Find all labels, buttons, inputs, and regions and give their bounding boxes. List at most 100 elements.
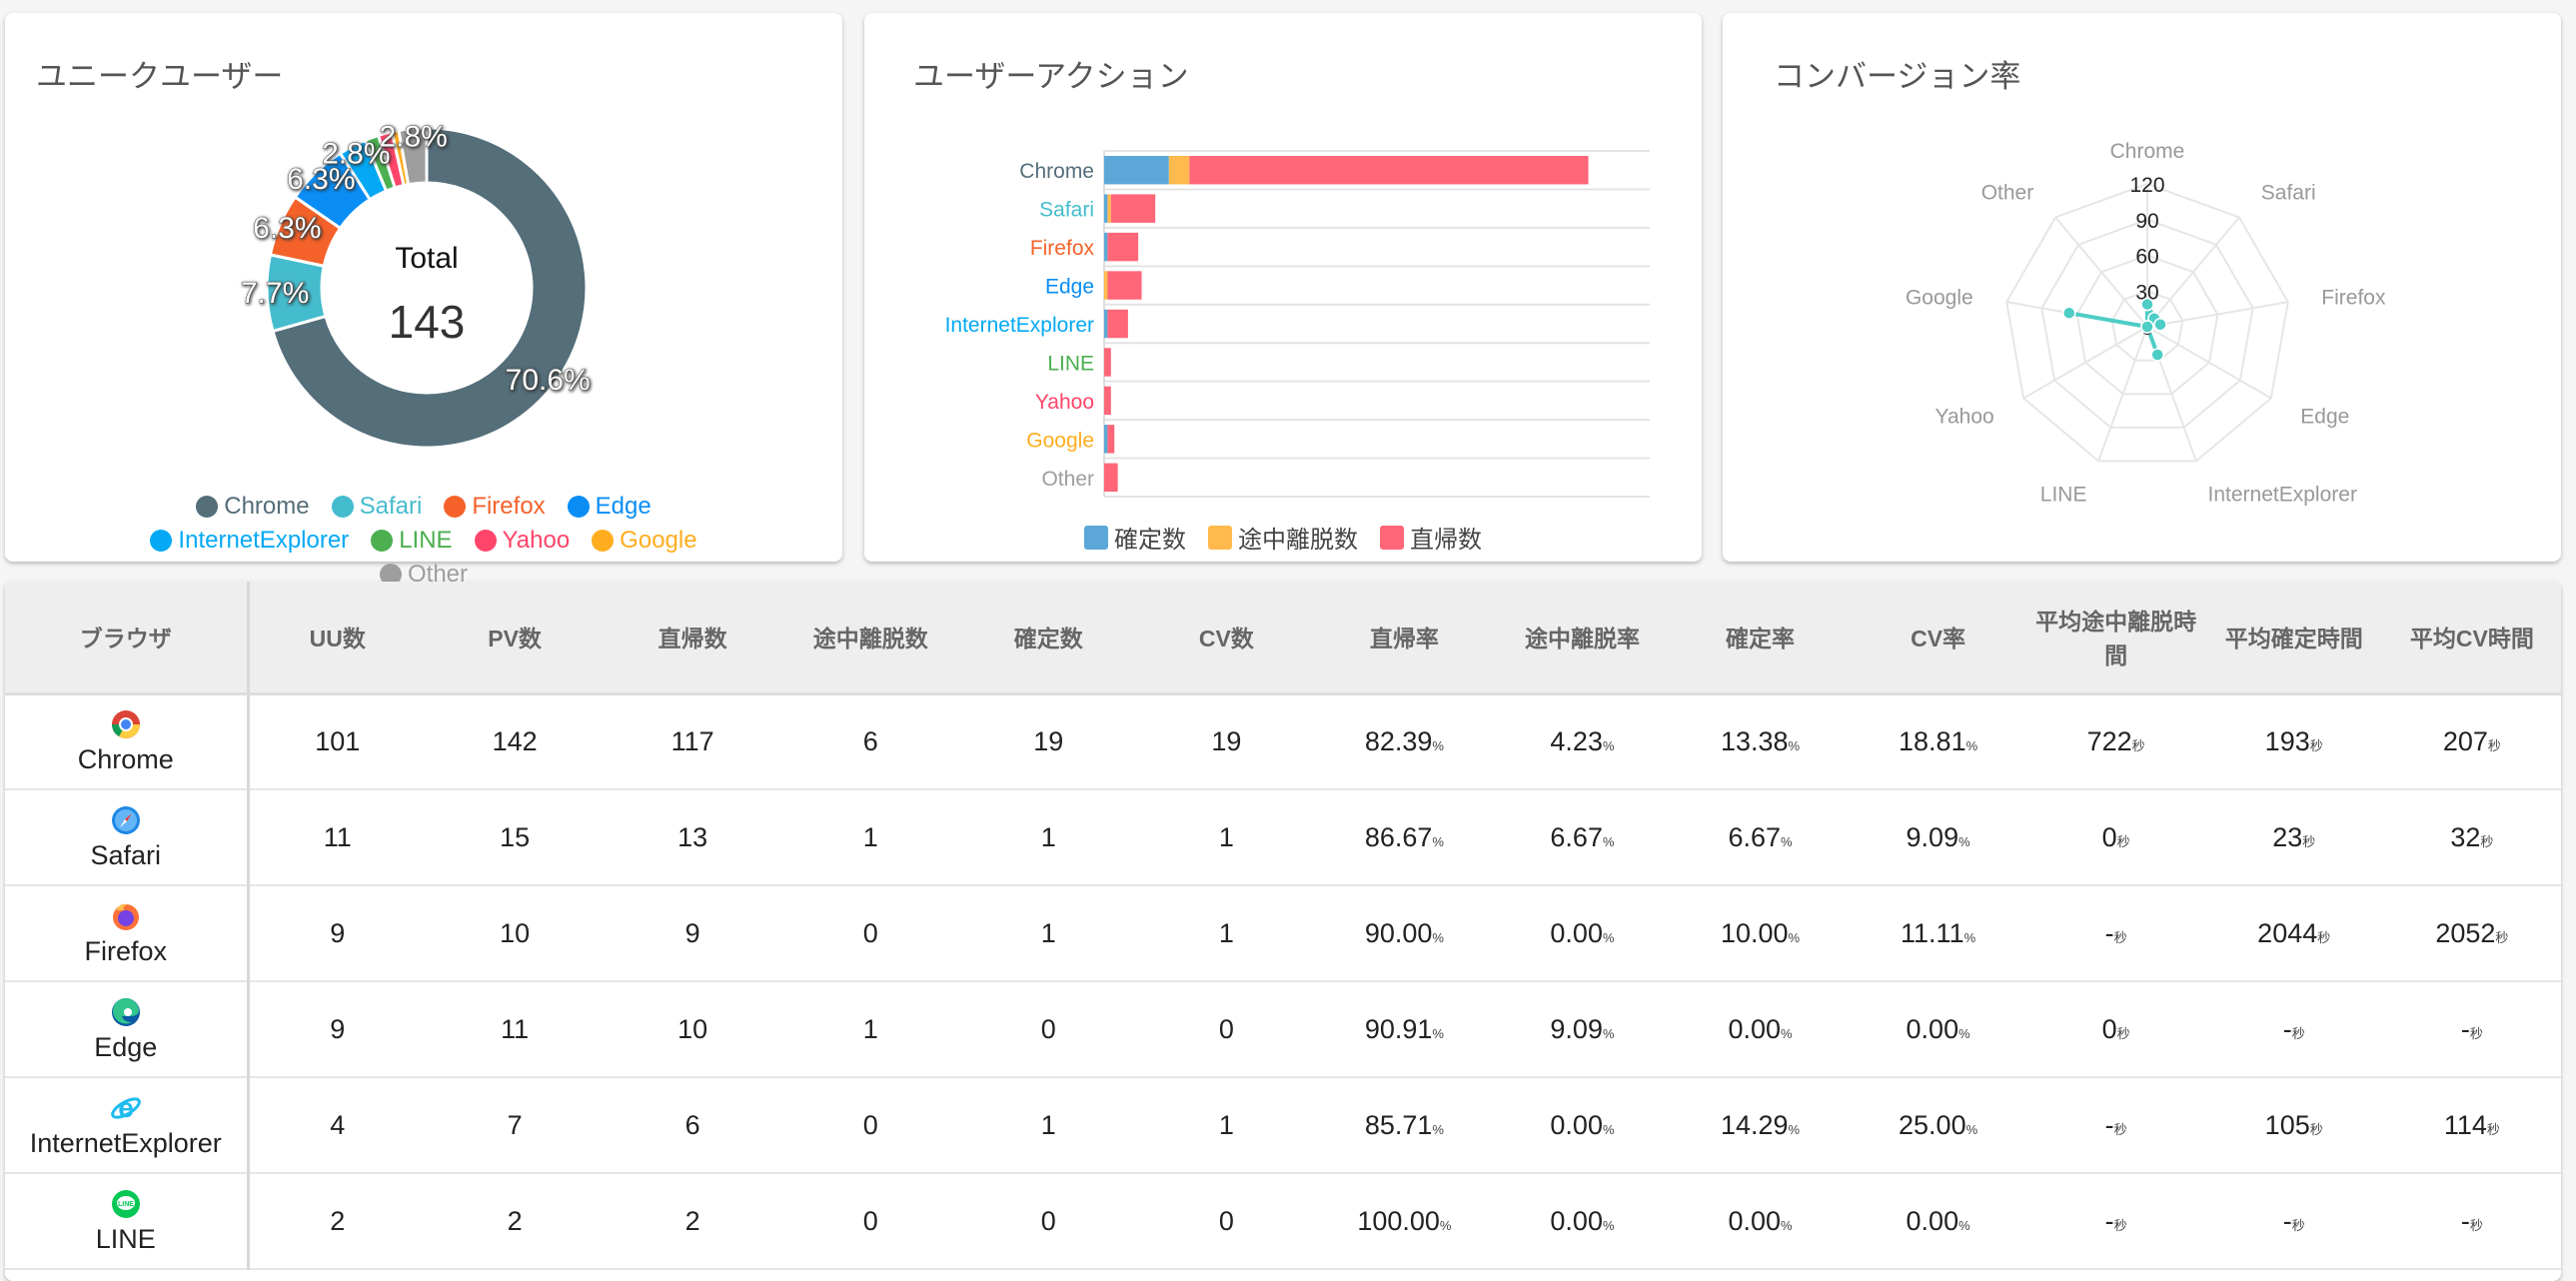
time-value: - xyxy=(2104,1109,2114,1140)
radar-tick-label: 120 xyxy=(2129,174,2164,197)
rate-cell: 4.23% xyxy=(1493,693,1672,790)
browser-stats-table-card: ブラウザ UU数 PV数 直帰数 途中離脱数 確定数 CV数 直帰率 途中離脱率 確定率 CV率 平均… xyxy=(5,582,2561,1281)
seconds-unit: 秒 xyxy=(2116,1025,2130,1041)
percent-unit: % xyxy=(1958,1217,1970,1233)
y-tick-label: Edge xyxy=(1045,276,1094,299)
time-value: 193 xyxy=(2264,725,2310,756)
count-cell: 2 xyxy=(248,1173,427,1270)
seconds-unit: 秒 xyxy=(2131,737,2145,753)
rate-value: 100.00 xyxy=(1357,1205,1440,1236)
column-header[interactable]: CV率 xyxy=(1849,582,2027,695)
legend-item-safari[interactable]: Safari xyxy=(331,493,422,521)
radar-spoke xyxy=(2146,326,2272,400)
browser-cell: Safari xyxy=(5,789,250,886)
legend-item-internet-explorer[interactable]: InternetExplorer xyxy=(150,527,349,555)
svg-text:LINE: LINE xyxy=(118,1201,134,1208)
column-header[interactable]: 確定数 xyxy=(959,582,1138,695)
radar-axis-label: LINE xyxy=(2040,483,2087,506)
firefox-icon xyxy=(112,903,139,930)
bar-line-2 xyxy=(1104,348,1111,377)
bar-other-2 xyxy=(1104,463,1118,492)
column-header[interactable]: PV数 xyxy=(426,582,605,695)
count-cell: 2 xyxy=(426,1173,605,1270)
rate-value: 85.71 xyxy=(1364,1109,1433,1140)
time-cell: -秒 xyxy=(2204,1173,2383,1270)
radar-axis-label: Edge xyxy=(2300,406,2349,429)
rate-cell: 10.00% xyxy=(1671,885,1850,982)
table-row: e InternetExplorer 4 7 6 0 1 1 85.71% 0.00% 14.29%… xyxy=(5,1077,2561,1174)
legend-item-firefox[interactable]: Firefox xyxy=(444,493,546,521)
radar-point-internet-explorer xyxy=(2150,348,2164,362)
column-header[interactable]: 確定率 xyxy=(1671,582,1850,695)
legend-item-line[interactable]: LINE xyxy=(371,527,453,555)
column-header[interactable]: 直帰率 xyxy=(1315,582,1494,695)
legend-swatch xyxy=(1084,525,1108,550)
y-tick-label: Firefox xyxy=(1030,237,1095,260)
rate-cell: 0.00% xyxy=(1671,981,1850,1078)
column-header[interactable]: 平均確定時間 xyxy=(2204,582,2383,695)
bar-safari-2 xyxy=(1110,194,1156,223)
legend-item-chrome[interactable]: Chrome xyxy=(196,493,310,521)
time-value: 2044 xyxy=(2257,917,2318,948)
bar-internet-explorer-0 xyxy=(1104,309,1108,339)
percent-unit: % xyxy=(1788,737,1801,753)
legend-swatch xyxy=(150,530,173,552)
time-value: - xyxy=(2104,1205,2114,1236)
radar-spoke xyxy=(2146,301,2289,328)
rate-value: 90.00 xyxy=(1364,917,1433,948)
rate-value: 0.00 xyxy=(1550,1109,1603,1140)
bar-edge-2 xyxy=(1107,271,1142,300)
legend-item-yahoo[interactable]: Yahoo xyxy=(474,527,570,555)
time-cell: 105秒 xyxy=(2204,1077,2383,1174)
radar-tick-label: 90 xyxy=(2135,210,2158,233)
column-header[interactable]: ブラウザ xyxy=(5,582,250,695)
count-cell: 1 xyxy=(959,885,1138,982)
radar-axis-label: Yahoo xyxy=(1935,406,1994,429)
legend-item[interactable]: 途中離脱数 xyxy=(1208,520,1358,555)
bar-chrome-2 xyxy=(1189,156,1589,185)
legend-swatch xyxy=(567,496,590,518)
time-cell: 2052秒 xyxy=(2382,885,2561,982)
donut-center-label: Total xyxy=(395,242,458,275)
table-row: LINE LINE 2 2 2 0 0 0 100.00% 0.00% 0.00% 0.00% -秒 -秒… xyxy=(5,1173,2561,1270)
column-header[interactable]: 途中離脱率 xyxy=(1493,582,1672,695)
radar-point-other xyxy=(2140,320,2154,334)
percent-unit: % xyxy=(1602,1217,1615,1233)
rate-cell: 18.81% xyxy=(1849,693,2027,790)
column-header[interactable]: 平均CV時間 xyxy=(2382,582,2561,695)
legend-item[interactable]: 確定数 xyxy=(1084,520,1186,555)
rate-cell: 9.09% xyxy=(1849,789,2027,886)
rate-value: 0.00 xyxy=(1550,1205,1603,1236)
percent-unit: % xyxy=(1432,1025,1444,1041)
column-header[interactable]: UU数 xyxy=(248,582,427,695)
legend-item-edge[interactable]: Edge xyxy=(567,493,651,521)
count-cell: 9 xyxy=(248,981,427,1078)
legend-swatch xyxy=(371,530,394,552)
count-cell: 117 xyxy=(604,693,782,790)
rate-value: 90.91 xyxy=(1364,1013,1433,1044)
time-cell: 23秒 xyxy=(2204,789,2383,886)
percent-unit: % xyxy=(1781,1025,1793,1041)
radar-point-google xyxy=(2062,306,2076,320)
column-header[interactable]: CV数 xyxy=(1137,582,1316,695)
legend-item-google[interactable]: Google xyxy=(592,527,697,555)
column-header[interactable]: 平均途中離脱時間 xyxy=(2026,582,2205,695)
percent-unit: % xyxy=(1602,833,1615,849)
count-cell: 0 xyxy=(959,1173,1138,1270)
donut-center-value: 143 xyxy=(389,296,466,348)
radar-axis-label: Google xyxy=(1906,286,1973,309)
time-value: - xyxy=(2460,1013,2470,1044)
legend-label: Edge xyxy=(595,493,651,520)
bar-chrome-0 xyxy=(1104,156,1169,185)
radar-axis-label: Firefox xyxy=(2321,286,2386,309)
table-header-row: ブラウザ UU数 PV数 直帰数 途中離脱数 確定数 CV数 直帰率 途中離脱率 確定率 CV率 平均… xyxy=(5,582,2561,695)
time-value: 23 xyxy=(2272,821,2303,852)
legend-item[interactable]: 直帰数 xyxy=(1380,520,1482,555)
rate-value: 86.67 xyxy=(1364,821,1433,852)
column-header[interactable]: 途中離脱数 xyxy=(781,582,960,695)
column-header[interactable]: 直帰数 xyxy=(604,582,782,695)
browser-cell: e InternetExplorer xyxy=(5,1077,250,1174)
rate-cell: 14.29% xyxy=(1671,1077,1850,1174)
percent-unit: % xyxy=(1432,1121,1444,1137)
browser-stats-table: ブラウザ UU数 PV数 直帰数 途中離脱数 確定数 CV数 直帰率 途中離脱率 確定率 CV率 平均… xyxy=(5,582,2561,1270)
